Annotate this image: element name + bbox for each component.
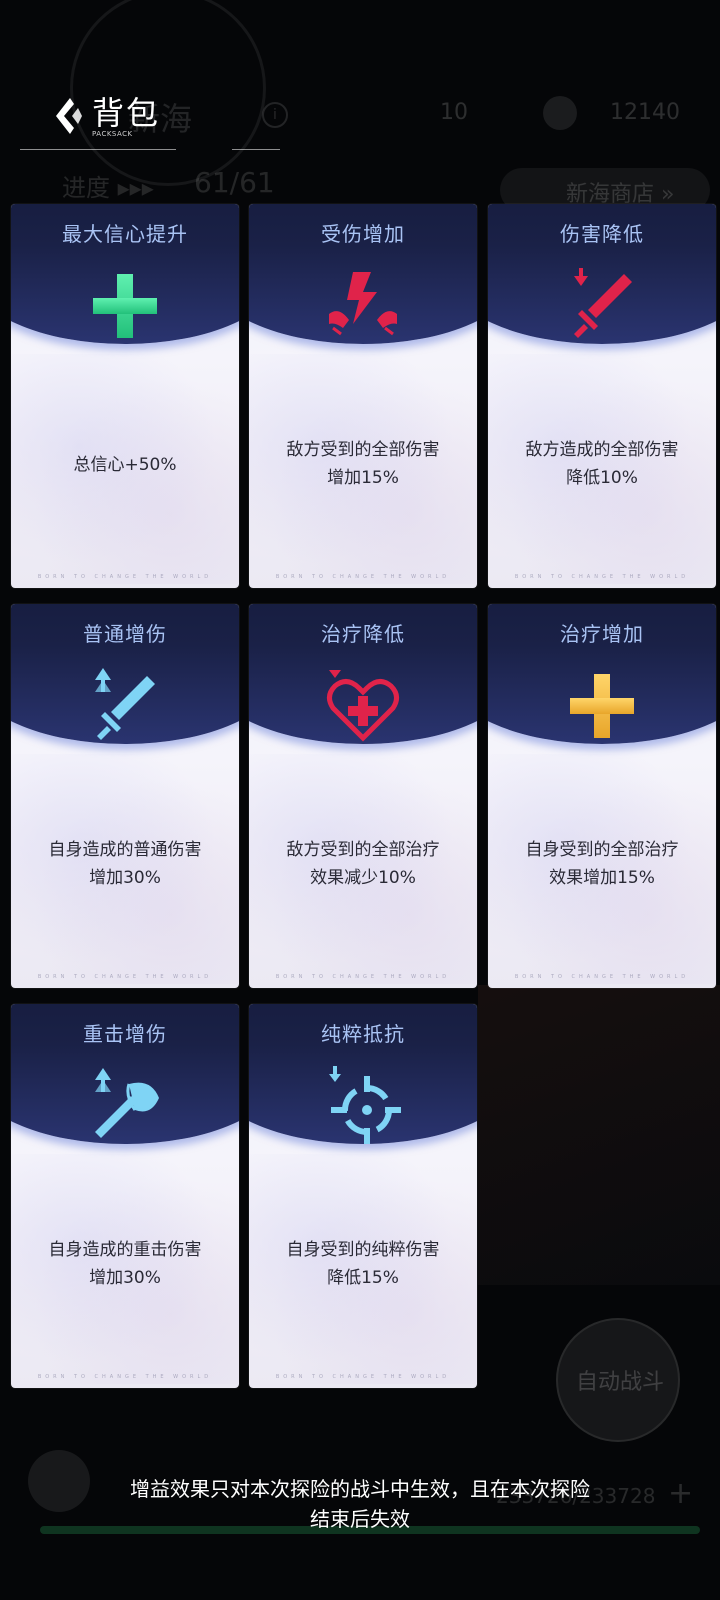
back-chevron-icon (56, 98, 82, 134)
card-title: 伤害降低 (560, 222, 644, 246)
crosshair-down-icon (329, 1066, 401, 1144)
buff-duration-note: 增益效果只对本次探险的战斗中生效，且在本次探险 结束后失效 (60, 1474, 660, 1534)
card-description-line: 敌方受到的全部伤害 (286, 440, 440, 460)
card-description-line: 敌方造成的全部伤害 (525, 440, 679, 460)
card-description: 敌方造成的全部伤害 降低10% (488, 436, 716, 492)
card-description-line: 自身受到的纯粹伤害 (286, 1240, 440, 1260)
card-title: 治疗降低 (321, 622, 405, 646)
card-description-line: 增加15% (327, 468, 399, 488)
card-description-line: 效果增加15% (549, 868, 655, 888)
card-footer-tagline: BORN TO CHANGE THE WORLD (275, 1374, 451, 1380)
card-description-line: 增加30% (89, 1268, 161, 1288)
card-description: 总信心+50% (11, 451, 239, 479)
buff-card-healing-increase[interactable]: 治疗增加 自身受到的全部治疗 效果增加15% BORN TO CHANGE TH… (488, 604, 716, 988)
card-title: 普通增伤 (83, 622, 167, 646)
card-description: 自身造成的普通伤害 增加30% (11, 836, 239, 892)
card-description-line: 自身受到的全部治疗 (525, 840, 679, 860)
card-description-line: 增加30% (89, 868, 161, 888)
page-subtitle: PACKSACK (92, 130, 133, 138)
broken-shield-icon (329, 272, 397, 336)
card-footer-tagline: BORN TO CHANGE THE WORLD (275, 574, 451, 580)
card-footer-tagline: BORN TO CHANGE THE WORLD (514, 574, 690, 580)
back-button[interactable] (52, 96, 86, 136)
background-progress-label: 进度 ▸▸▸ (62, 174, 154, 202)
page-title: 背包 (92, 94, 161, 132)
card-title: 重击增伤 (83, 1022, 167, 1046)
card-description: 自身造成的重击伤害 增加30% (11, 1236, 239, 1292)
card-footer-tagline: BORN TO CHANGE THE WORLD (275, 974, 451, 980)
background-auto-battle-button: 自动战斗 (556, 1318, 680, 1442)
card-description: 自身受到的全部治疗 效果增加15% (488, 836, 716, 892)
packsack-header: 背包 PACKSACK (0, 0, 720, 160)
card-description-line: 自身造成的重击伤害 (48, 1240, 202, 1260)
header-divider-right (232, 149, 280, 150)
heart-down-icon (327, 670, 399, 742)
green-plus-icon (93, 274, 157, 338)
buff-card-healing-reduction[interactable]: 治疗降低 敌方受到的全部治疗 效果减少10% BORN TO CHANGE TH… (249, 604, 477, 988)
card-footer-tagline: BORN TO CHANGE THE WORLD (37, 974, 213, 980)
note-line: 增益效果只对本次探险的战斗中生效，且在本次探险 (130, 1477, 590, 1501)
buff-card-heavy-hit-damage-up[interactable]: 重击增伤 自身造成的重击伤害 增加30% BORN TO CHANGE THE … (11, 1004, 239, 1388)
card-footer-tagline: BORN TO CHANGE THE WORLD (37, 1374, 213, 1380)
card-description-line: 降低15% (327, 1268, 399, 1288)
header-divider-left (20, 149, 176, 150)
buff-card-damage-reduction[interactable]: 伤害降低 敌方造成的全部伤害 降低10% BORN TO CHANGE THE … (488, 204, 716, 588)
background-progress-value: 61/61 (194, 166, 275, 199)
card-description-line: 总信心+50% (73, 455, 177, 475)
background-plus-icon: + (668, 1476, 694, 1511)
card-title: 治疗增加 (560, 622, 644, 646)
card-description-line: 降低10% (566, 468, 638, 488)
card-footer-tagline: BORN TO CHANGE THE WORLD (37, 574, 213, 580)
card-description: 敌方受到的全部伤害 增加15% (249, 436, 477, 492)
background-hex-map (478, 985, 720, 1285)
card-description-line: 自身造成的普通伤害 (48, 840, 202, 860)
axe-up-icon (95, 1068, 159, 1138)
card-description: 敌方受到的全部治疗 效果减少10% (249, 836, 477, 892)
buff-card-normal-damage-up[interactable]: 普通增伤 自身造成的普通伤害 增加30% BORN TO CHANGE THE … (11, 604, 239, 988)
buff-card-damage-taken-increase[interactable]: 受伤增加 敌方受到的全部伤害 增加15% BORN TO CHANGE THE … (249, 204, 477, 588)
card-description: 自身受到的纯粹伤害 降低15% (249, 1236, 477, 1292)
sword-up-icon (95, 668, 155, 740)
buff-card-pure-resistance[interactable]: 纯粹抵抗 自身受到的纯粹伤害 降低15% BORN TO CHANGE THE … (249, 1004, 477, 1388)
buff-card-max-confidence[interactable]: 最大信心提升 总信心+50% BORN TO CHANGE THE WORLD (11, 204, 239, 588)
card-description-line: 敌方受到的全部治疗 (286, 840, 440, 860)
card-title: 最大信心提升 (62, 222, 188, 246)
sword-down-icon (574, 268, 632, 338)
background-auto-battle-label: 自动战斗 (576, 1370, 665, 1395)
yellow-plus-icon (570, 674, 634, 738)
card-title: 受伤增加 (321, 222, 405, 246)
note-line: 结束后失效 (310, 1507, 410, 1531)
card-description-line: 效果减少10% (310, 868, 416, 888)
card-footer-tagline: BORN TO CHANGE THE WORLD (514, 974, 690, 980)
card-title: 纯粹抵抗 (321, 1022, 405, 1046)
